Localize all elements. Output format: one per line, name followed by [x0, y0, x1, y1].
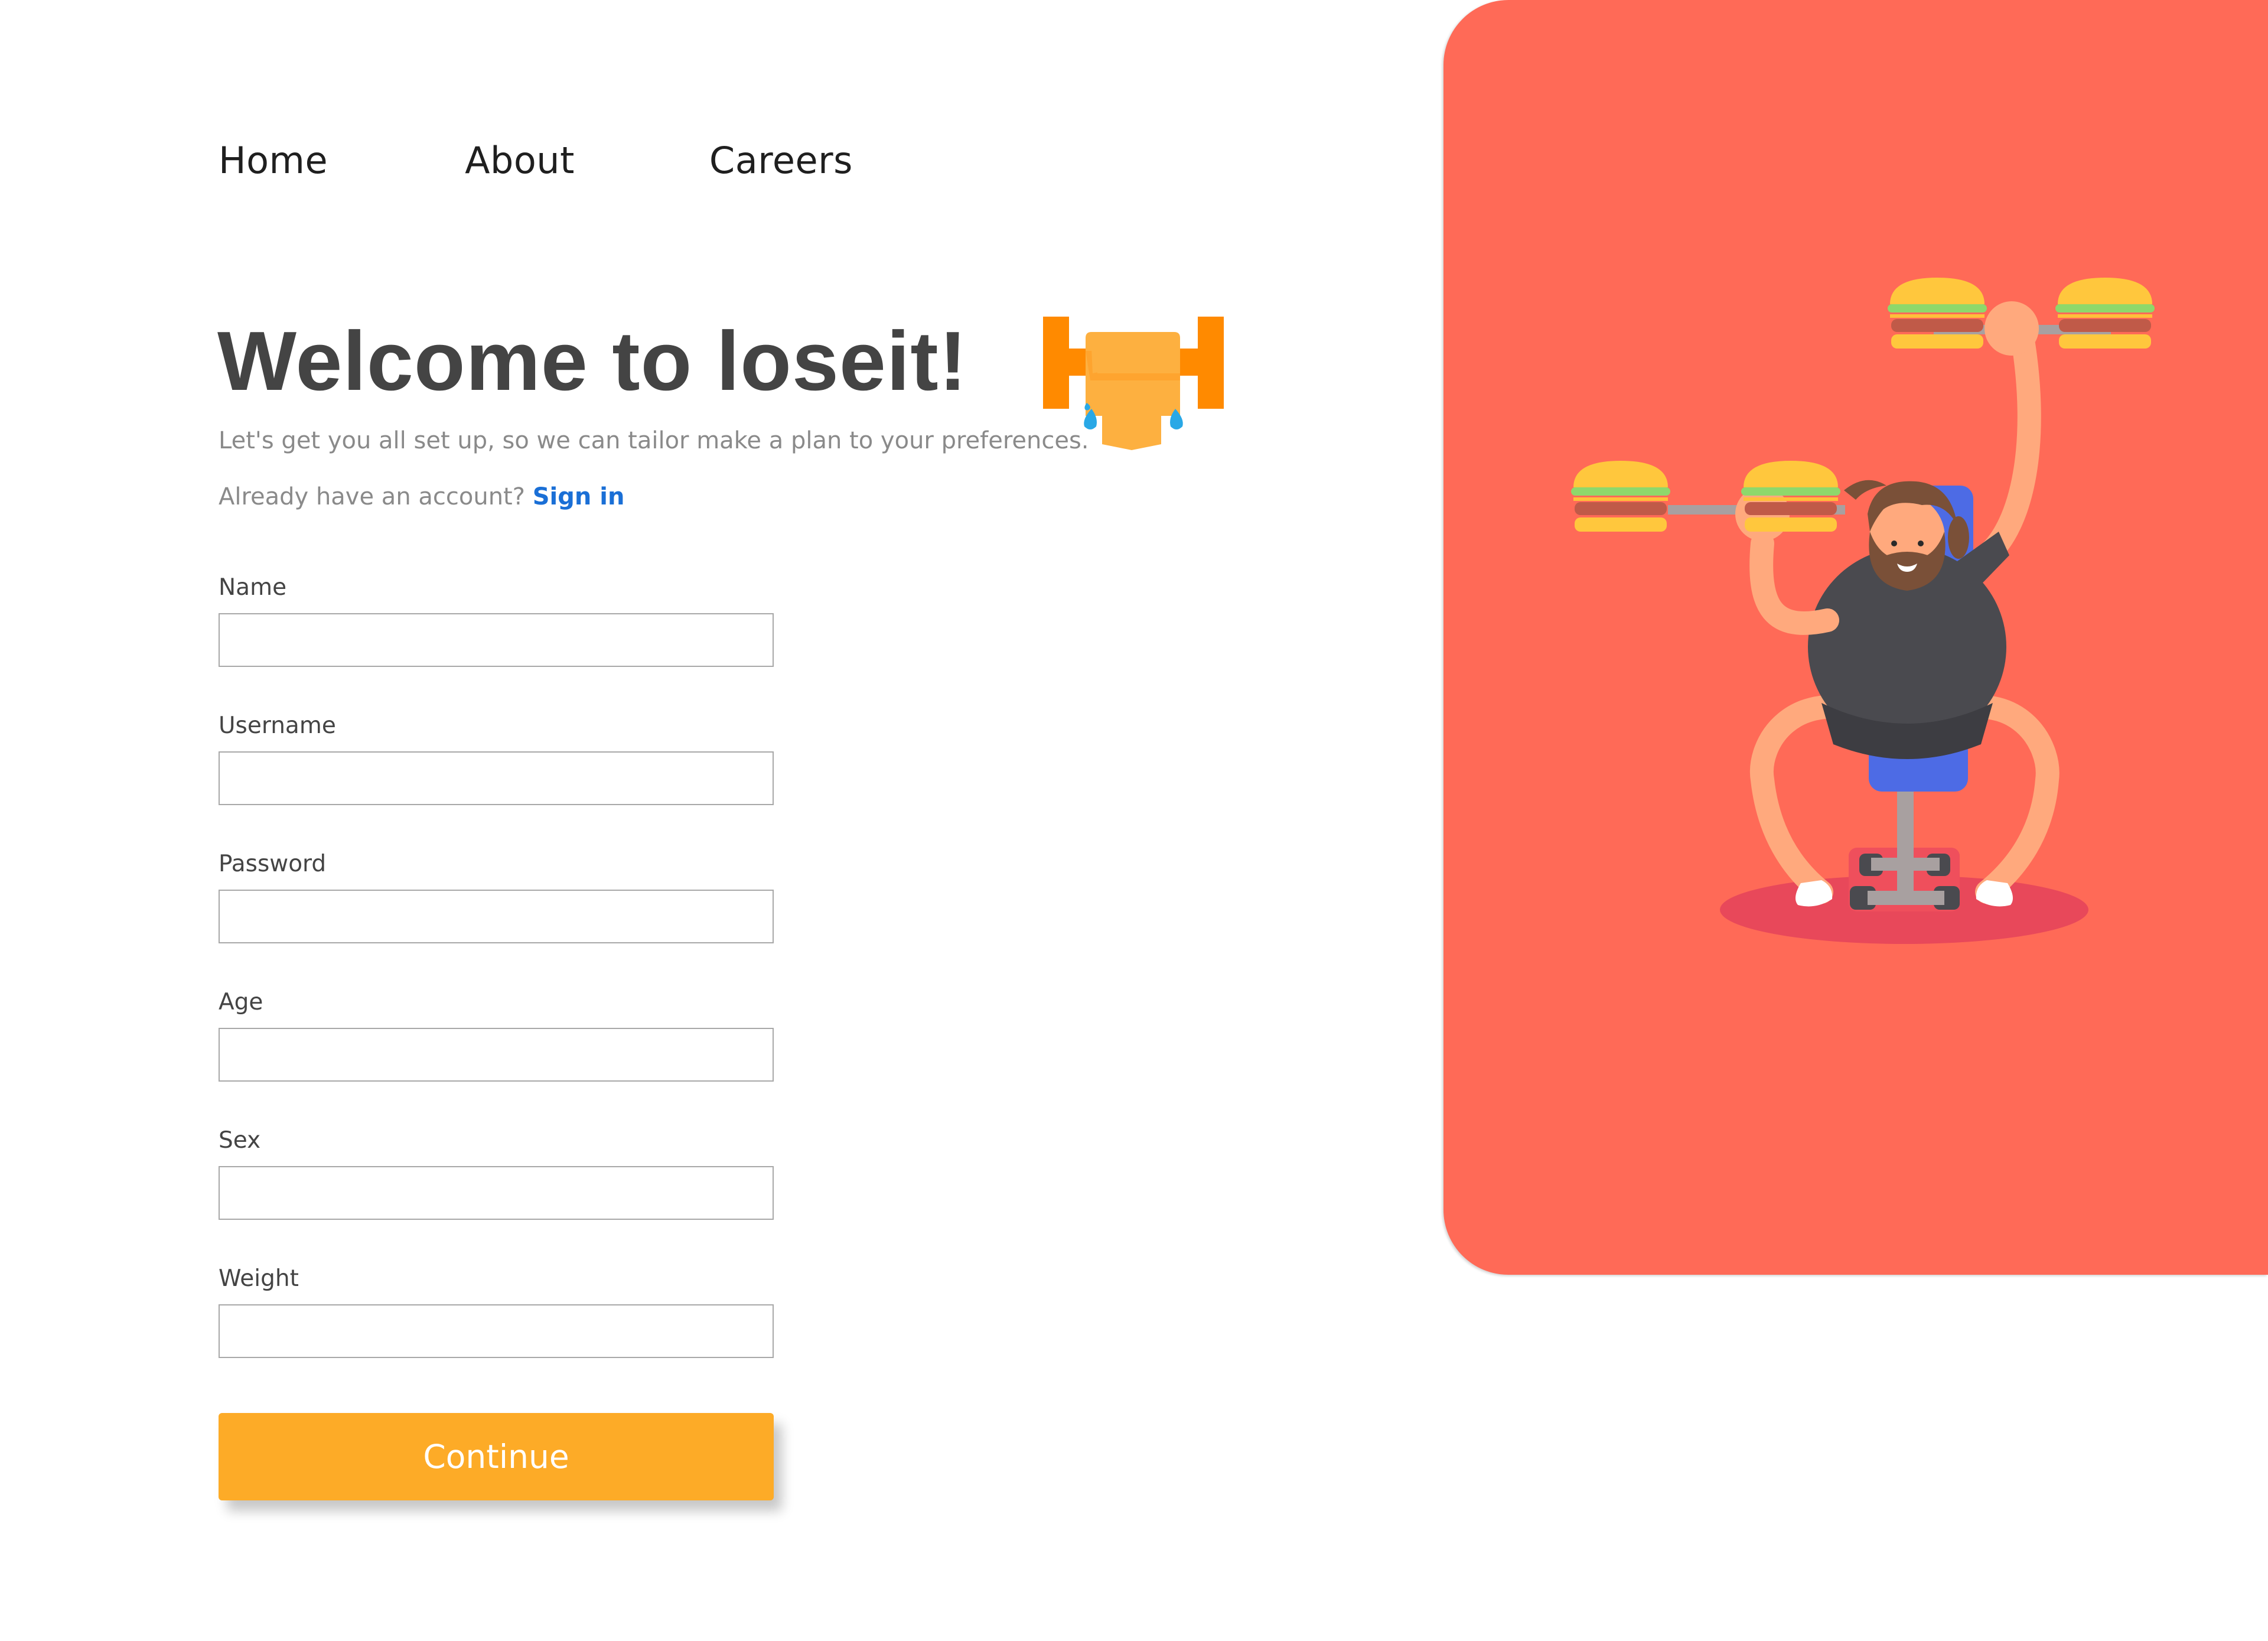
page-subtitle: Let's get you all set up, so we can tail… — [219, 427, 1089, 454]
continue-button[interactable]: Continue — [219, 1413, 774, 1500]
nav-home-link[interactable]: Home — [219, 139, 328, 182]
age-input[interactable] — [219, 1028, 774, 1082]
account-prompt-text: Already have an account? — [219, 483, 525, 510]
burger-icon — [1888, 278, 1987, 349]
sex-label: Sex — [219, 1127, 261, 1154]
weight-label: Weight — [219, 1265, 299, 1292]
signup-form: Name Username Password Age Sex Weight — [219, 573, 774, 1402]
age-label: Age — [219, 989, 263, 1015]
page-title: Welcome to loseit! — [217, 314, 967, 408]
signup-page: Home About Careers Welcome to loseit! Le… — [0, 0, 2268, 1641]
username-label: Username — [219, 712, 336, 739]
nav-careers-link[interactable]: Careers — [709, 139, 853, 182]
weight-input[interactable] — [219, 1304, 774, 1358]
username-field-group: Username — [219, 711, 774, 849]
password-field-group: Password — [219, 849, 774, 988]
name-field-group: Name — [219, 573, 774, 711]
burger-icon — [2055, 278, 2155, 349]
password-input[interactable] — [219, 890, 774, 943]
name-label: Name — [219, 574, 287, 601]
burger-icon — [1571, 461, 1670, 532]
age-field-group: Age — [219, 988, 774, 1126]
top-nav: Home About Careers — [219, 139, 853, 182]
account-prompt: Already have an account? Sign in — [219, 483, 624, 510]
sex-field-group: Sex — [219, 1126, 774, 1264]
burger-lifting-man-illustration — [1571, 278, 2155, 944]
sex-input[interactable] — [219, 1166, 774, 1220]
nav-about-link[interactable]: About — [465, 139, 575, 182]
name-input[interactable] — [219, 613, 774, 667]
password-label: Password — [219, 851, 327, 877]
sign-in-link[interactable]: Sign in — [533, 483, 625, 510]
weight-field-group: Weight — [219, 1264, 774, 1402]
illustration-panel — [1443, 0, 2268, 1275]
username-input[interactable] — [219, 751, 774, 805]
